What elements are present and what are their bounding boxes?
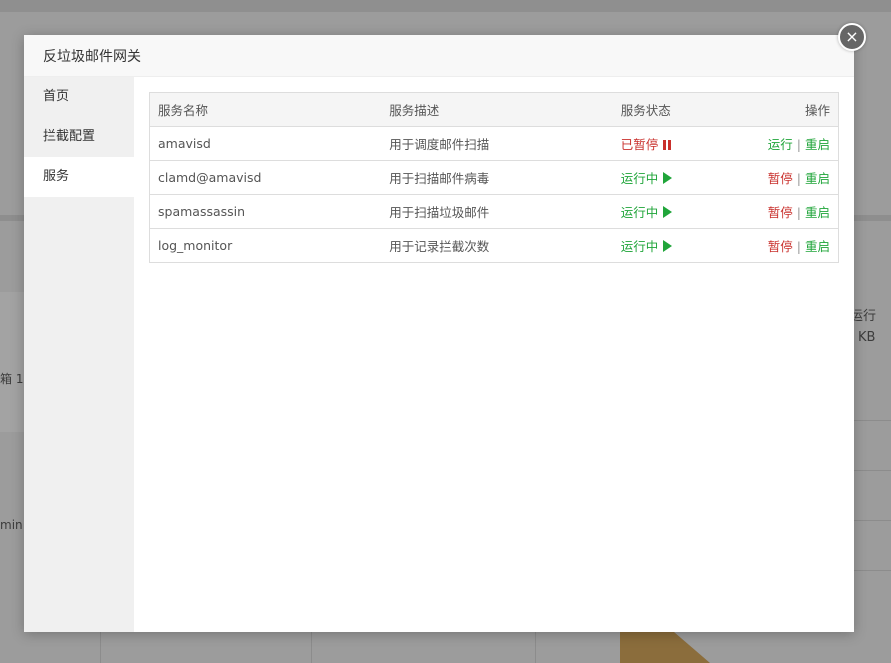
service-actions: 暂停 | 重启 [755,228,839,263]
sidebar-item-home[interactable]: 首页 [24,77,134,117]
close-modal-button[interactable]: × [838,23,866,51]
plugin-modal: 反垃圾邮件网关 首页 拦截配置 服务 服务名称 服务描述 服务状态 操作 ama… [24,35,854,632]
service-description: 用于记录拦截次数 [381,228,613,263]
service-status: 运行中 [612,194,756,229]
background-chart-shape [620,632,710,663]
background-divider [100,632,101,663]
table-row: amavisd 用于调度邮件扫描 已暂停 运行 | 重启 [149,126,839,161]
restart-service-link[interactable]: 重启 [805,205,830,220]
sidebar-item-label: 拦截配置 [43,129,96,144]
sidebar-item-intercept-config[interactable]: 拦截配置 [24,117,134,157]
pause-service-link[interactable]: 暂停 [768,239,793,254]
play-icon [663,172,673,184]
service-description: 用于调度邮件扫描 [381,126,613,161]
background-divider [854,520,891,521]
background-divider [311,632,312,663]
table-header-row: 服务名称 服务描述 服务状态 操作 [149,92,839,127]
service-name: log_monitor [149,228,382,263]
action-separator: | [796,171,801,186]
play-icon [663,206,673,218]
background-divider [854,470,891,471]
service-name: amavisd [149,126,382,161]
modal-title: 反垃圾邮件网关 [43,48,141,65]
services-panel: 服务名称 服务描述 服务状态 操作 amavisd 用于调度邮件扫描 已暂停 运… [134,77,854,632]
service-name: spamassassin [149,194,382,229]
pause-service-link[interactable]: 暂停 [768,205,793,220]
service-status: 运行中 [612,228,756,263]
background-text: KB [858,330,876,345]
background-divider [854,570,891,571]
status-text: 运行中 [620,239,659,254]
status-text: 运行中 [620,171,659,186]
restart-service-link[interactable]: 重启 [805,171,830,186]
action-separator: | [796,137,801,152]
play-icon [663,240,673,252]
background-divider [535,632,536,663]
sidebar-item-label: 首页 [43,89,70,104]
modal-sidebar: 首页 拦截配置 服务 [24,77,134,632]
restart-service-link[interactable]: 重启 [805,137,830,152]
background-text: min [0,518,23,532]
modal-body: 首页 拦截配置 服务 服务名称 服务描述 服务状态 操作 amavisd 用于调… [24,77,854,632]
background-card [0,292,24,432]
background-topbar [0,0,891,12]
close-icon: × [845,27,859,46]
sidebar-item-services[interactable]: 服务 [24,157,134,197]
services-table: 服务名称 服务描述 服务状态 操作 amavisd 用于调度邮件扫描 已暂停 运… [149,92,839,263]
modal-header: 反垃圾邮件网关 [24,35,854,77]
service-status: 运行中 [612,160,756,195]
pause-icon [663,140,672,150]
column-header-actions: 操作 [755,92,839,127]
status-text: 已暂停 [620,137,659,152]
action-separator: | [796,205,801,220]
table-row: log_monitor 用于记录拦截次数 运行中 暂停 | 重启 [149,228,839,263]
table-row: spamassassin 用于扫描垃圾邮件 运行中 暂停 | 重启 [149,194,839,229]
table-row: clamd@amavisd 用于扫描邮件病毒 运行中 暂停 | 重启 [149,160,839,195]
start-service-link[interactable]: 运行 [768,137,793,152]
service-description: 用于扫描垃圾邮件 [381,194,613,229]
service-actions: 暂停 | 重启 [755,194,839,229]
restart-service-link[interactable]: 重启 [805,239,830,254]
background-text: 箱 1 [0,372,24,386]
status-text: 运行中 [620,205,659,220]
sidebar-item-label: 服务 [43,169,70,184]
pause-service-link[interactable]: 暂停 [768,171,793,186]
column-header-status: 服务状态 [612,92,756,127]
column-header-name: 服务名称 [149,92,382,127]
service-name: clamd@amavisd [149,160,382,195]
background-divider [854,420,891,421]
service-actions: 运行 | 重启 [755,126,839,161]
column-header-description: 服务描述 [381,92,613,127]
service-actions: 暂停 | 重启 [755,160,839,195]
service-description: 用于扫描邮件病毒 [381,160,613,195]
action-separator: | [796,239,801,254]
service-status: 已暂停 [612,126,756,161]
